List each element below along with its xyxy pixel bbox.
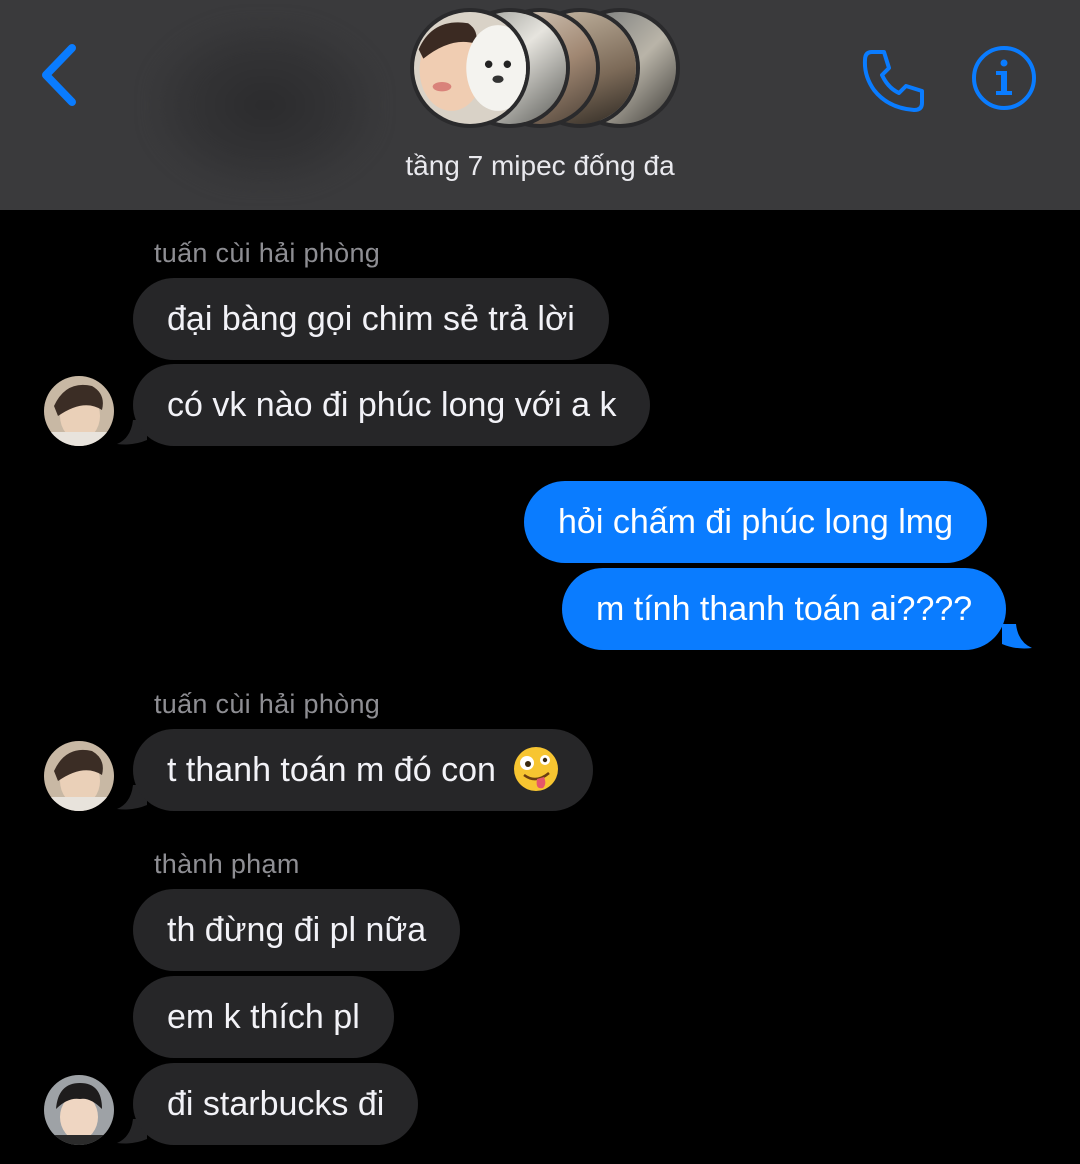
- zany-face-emoji: [514, 747, 559, 792]
- back-button[interactable]: [36, 40, 86, 110]
- group-member-avatar: [410, 8, 530, 128]
- avatar-photo: [44, 1075, 114, 1145]
- message-bubble-incoming[interactable]: t thanh toán m đó con: [133, 729, 594, 811]
- sender-name: thành phạm: [154, 849, 300, 879]
- message-bubble-incoming[interactable]: em k thích pl: [133, 976, 394, 1058]
- bubble-tail: [1002, 624, 1032, 649]
- chevron-left-icon: [42, 44, 76, 106]
- message-bubble-incoming[interactable]: có vk nào đi phúc long với a k: [133, 364, 651, 446]
- avatar-photo: [44, 376, 114, 446]
- avatar-photo: [414, 12, 526, 124]
- group-name[interactable]: tầng 7 mipec đống đa: [0, 150, 1080, 182]
- sender-avatar[interactable]: [44, 376, 114, 446]
- phone-icon: [862, 50, 924, 112]
- message-text: t thanh toán m đó con: [167, 751, 496, 789]
- message-bubble-outgoing[interactable]: hỏi chấm đi phúc long lmg: [524, 481, 988, 563]
- sender-avatar[interactable]: [44, 1075, 114, 1145]
- message-text: em k thích pl: [167, 998, 360, 1036]
- sender-name: tuấn cùi hải phòng: [154, 238, 381, 268]
- message-text: có vk nào đi phúc long với a k: [167, 386, 617, 424]
- message-bubble-incoming[interactable]: th đừng đi pl nữa: [133, 889, 461, 971]
- message-text: th đừng đi pl nữa: [167, 911, 427, 949]
- sender-name: tuấn cùi hải phòng: [154, 689, 381, 719]
- message-text: m tính thanh toán ai????: [596, 590, 973, 628]
- message-text: đại bàng gọi chim sẻ trả lời: [167, 300, 575, 338]
- message-bubble-outgoing[interactable]: m tính thanh toán ai????: [562, 568, 1007, 650]
- conversation-header: tầng 7 mipec đống đa: [0, 0, 1080, 210]
- message-bubble-incoming[interactable]: đi starbucks đi: [133, 1063, 419, 1145]
- avatar-photo: [44, 741, 114, 811]
- message-text: hỏi chấm đi phúc long lmg: [558, 503, 954, 541]
- info-icon: [972, 46, 1036, 110]
- info-button[interactable]: [970, 44, 1038, 112]
- message-text: đi starbucks đi: [167, 1085, 385, 1123]
- message-bubble-incoming[interactable]: đại bàng gọi chim sẻ trả lời: [133, 278, 609, 360]
- group-avatar-stack[interactable]: [410, 8, 680, 133]
- sender-avatar[interactable]: [44, 741, 114, 811]
- call-button[interactable]: [858, 44, 930, 116]
